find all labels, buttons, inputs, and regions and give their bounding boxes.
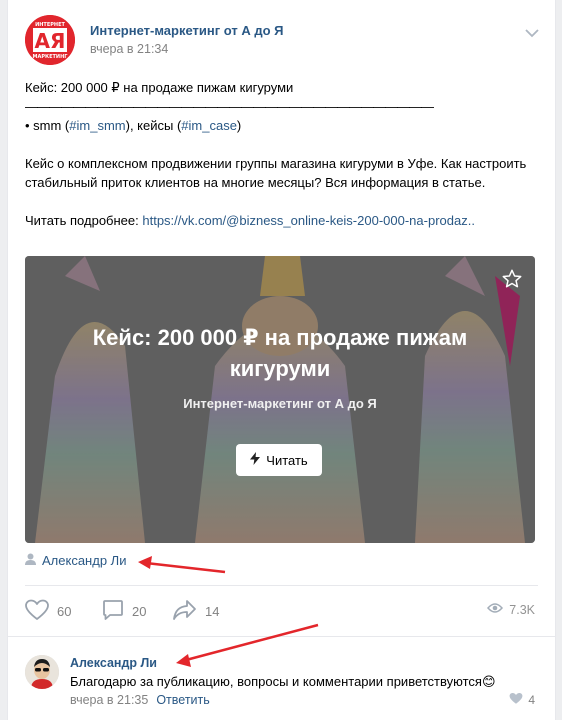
post-text: Кейс: 200 000 ₽ на продаже пижам кигурум… (25, 78, 540, 230)
user-icon (25, 553, 36, 568)
comment-author-name[interactable]: Александр Ли (70, 656, 157, 670)
read-more-line: Читать подробнее: https://vk.com/@biznes… (25, 211, 540, 230)
comment-text: Благодарю за публикацию, вопросы и комме… (70, 674, 482, 689)
logo-bottom-text: МАРКЕТИНГ (33, 54, 69, 60)
read-more-label: Читать подробнее: (25, 213, 143, 228)
snippet-title: Кейс: 200 000 ₽ на продаже пижам кигурум… (92, 325, 468, 381)
chevron-down-icon[interactable] (525, 26, 539, 38)
comment-avatar[interactable] (25, 655, 59, 689)
read-button[interactable]: Читать (236, 444, 322, 476)
share-arrow-icon (173, 599, 197, 624)
group-avatar[interactable]: ИНТЕРНЕТ АЯ МАРКЕТИНГ (25, 15, 75, 65)
eye-icon (487, 602, 504, 617)
post-paragraph: Кейс о комплексном продвижении группы ма… (25, 156, 527, 190)
read-button-label: Читать (266, 452, 308, 468)
comment-meta: вчера в 21:35 Ответить (70, 693, 210, 707)
like-count: 60 (57, 603, 72, 619)
logo-letters: АЯ (35, 29, 66, 53)
post-author: Александр Ли (25, 551, 126, 569)
comment-button[interactable]: 20 (102, 599, 146, 623)
tags-middle: ), кейсы ( (125, 118, 182, 133)
share-count: 14 (205, 603, 220, 619)
divider (25, 585, 538, 586)
comment-count: 20 (132, 603, 147, 619)
comment-icon (102, 599, 124, 624)
views-count: 7.3K (509, 602, 535, 617)
divider (8, 636, 555, 637)
post-tags-line: • smm (#im_smm), кейсы (#im_case) (25, 116, 540, 135)
article-snippet[interactable]: Кейс: 200 000 ₽ на продаже пижам кигурум… (25, 256, 535, 543)
post-card: ИНТЕРНЕТ АЯ МАРКЕТИНГ Интернет-маркетинг… (7, 0, 556, 720)
logo-top-text: ИНТЕРНЕТ (35, 22, 65, 28)
comment-date[interactable]: вчера в 21:35 (70, 693, 148, 707)
smile-emoji: 😊 (481, 674, 496, 689)
heart-icon (25, 599, 49, 624)
comment-text-line: Благодарю за публикацию, вопросы и комме… (70, 674, 496, 690)
post-divider: —————————————————————————————————— (25, 99, 434, 114)
post-author-name[interactable]: Александр Ли (42, 553, 126, 568)
like-button[interactable]: 60 (25, 599, 71, 623)
comment-like-button[interactable]: 4 (509, 692, 535, 708)
tags-prefix: • smm ( (25, 118, 70, 133)
post-date[interactable]: вчера в 21:34 (90, 42, 168, 56)
hashtag-im-smm[interactable]: #im_smm (69, 118, 125, 133)
comment-like-count: 4 (528, 693, 535, 707)
heart-icon (509, 692, 523, 708)
article-link[interactable]: https://vk.com/@bizness_online-keis-200-… (142, 213, 475, 228)
tags-suffix: ) (236, 118, 242, 133)
post-title-line: Кейс: 200 000 ₽ на продаже пижам кигурум… (25, 80, 294, 95)
reply-button[interactable]: Ответить (156, 693, 209, 707)
star-icon[interactable] (501, 268, 523, 290)
views-counter: 7.3K (487, 602, 535, 617)
hashtag-im-case[interactable]: #im_case (181, 118, 237, 133)
group-logo-icon: ИНТЕРНЕТ АЯ МАРКЕТИНГ (25, 15, 75, 65)
share-button[interactable]: 14 (173, 599, 219, 623)
snippet-subtitle: Интернет-маркетинг от А до Я (183, 396, 377, 411)
group-name-link[interactable]: Интернет-маркетинг от А до Я (90, 23, 284, 38)
lightning-icon (250, 452, 261, 468)
